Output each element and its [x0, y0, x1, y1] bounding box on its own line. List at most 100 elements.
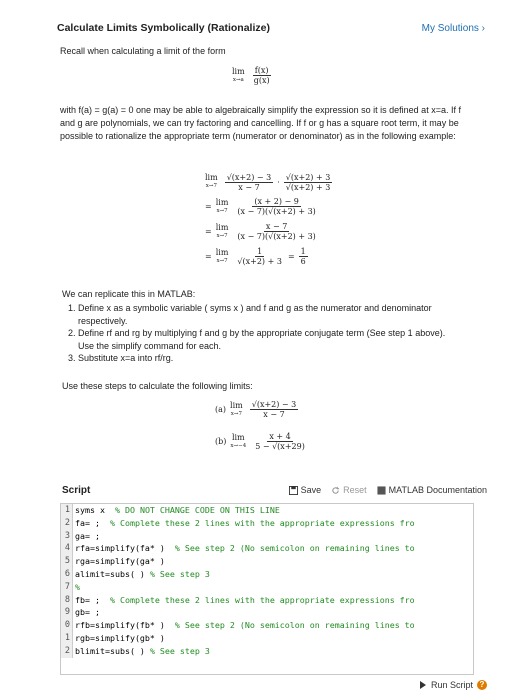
lim-sub: x→−4 [230, 442, 247, 449]
code-content: rgb=simplify(gb* ) [75, 632, 165, 643]
code-text: rfa=simplify(fa* ) % See step 2 (No semi… [73, 542, 415, 555]
code-line[interactable]: 4 rfa=simplify(fa* ) % See step 2 (No sem… [61, 542, 473, 556]
documentation-label: MATLAB Documentation [388, 485, 487, 495]
code-line[interactable]: 1 rgb=simplify(gb* ) [61, 631, 473, 645]
code-line[interactable]: 5 rga=simplify(ga* ) [61, 555, 473, 568]
lim-word: lim [215, 222, 229, 232]
lim-word: lim [231, 432, 245, 442]
frac-num: √(x+2) + 3 [283, 172, 333, 183]
documentation-icon [377, 485, 386, 495]
frac-den: 5 − √(x+29) [255, 442, 305, 451]
step-1: Define x as a symbolic variable ( syms x… [78, 302, 462, 327]
save-icon [288, 485, 298, 495]
frac-den: g(x) [253, 76, 270, 85]
code-comment: % [75, 581, 80, 592]
code-content: fa= ; [75, 517, 110, 528]
matlab-documentation-button[interactable]: MATLAB Documentation [377, 485, 487, 495]
lim-word: lim [232, 66, 245, 76]
code-comment: % Complete these 2 lines with the approp… [109, 594, 415, 605]
equals-sign: = [205, 252, 212, 261]
code-text: syms x % DO NOT CHANGE CODE ON THIS LINE [73, 504, 280, 517]
code-text: rfb=simplify(fb* ) % See step 2 (No semi… [73, 619, 415, 632]
code-text: ga= ; [73, 530, 100, 543]
limit-form: lim x→a f(x) g(x) [232, 66, 272, 85]
explanation-paragraph: with f(a) = g(a) = 0 one may be able to … [60, 105, 461, 141]
code-comment: % Complete these 2 lines with the approp… [109, 517, 415, 528]
page-title: Calculate Limits Symbolically (Rationali… [57, 22, 270, 34]
example-derivation: lim x→7 √(x+2) − 3x − 7 · √(x+2) + 3 √(x+2… [205, 170, 365, 269]
limit-b: (b) lim x→−4 x + 45 − √(x+29) [215, 432, 307, 451]
line-number: 7 [61, 580, 73, 594]
equals-sign: = [205, 227, 212, 236]
frac-num: f(x) [252, 66, 271, 76]
equals-sign: = [287, 252, 295, 261]
use-steps-text: Use these steps to calculate the followi… [62, 381, 253, 391]
reset-icon [332, 486, 340, 494]
run-script-button[interactable]: Run Script ? [419, 680, 487, 690]
lim-sub: x→a [232, 76, 244, 83]
example-row-1: lim x→7 √(x+2) − 3x − 7 · √(x+2) + 3 √(x+2… [205, 170, 365, 194]
code-content: blimit=subs( ) [75, 645, 150, 656]
code-line[interactable]: 8 fb= ; % Complete these 2 lines with the… [61, 593, 473, 607]
code-line[interactable]: 2 fa= ; % Complete these 2 lines with the… [61, 516, 473, 530]
help-icon[interactable]: ? [477, 680, 487, 690]
code-comment: % DO NOT CHANGE CODE ON THIS LINE [114, 505, 280, 515]
code-line[interactable]: 3 ga= ; [61, 529, 473, 543]
code-line[interactable]: 6 alimit=subs( ) % See step 3 [61, 567, 473, 581]
lim-sub: x→7 [216, 257, 228, 264]
intro-text: Recall when calculating a limit of the f… [60, 46, 226, 56]
play-icon [419, 681, 426, 689]
code-text: fa= ; % Complete these 2 lines with the … [73, 517, 415, 530]
lim-word: lim [205, 173, 218, 182]
frac-num: (x + 2) − 9 [252, 197, 301, 207]
step-3: Substitute x=a into rf/rg. [78, 352, 462, 365]
line-number: 1 [61, 631, 73, 645]
my-solutions-link[interactable]: My Solutions › [422, 23, 485, 34]
line-number: 8 [61, 593, 73, 607]
lim-word: lim [215, 247, 229, 257]
code-comment: % See step 2 (No semicolon on remaining … [174, 543, 415, 554]
frac-den: √(x+2) + 3 [237, 257, 282, 266]
code-text: blimit=subs( ) % See step 3 [73, 645, 210, 658]
example-row-2: = lim x→7 (x + 2) − 9 (x − 7)(√(x+2) + 3) [205, 194, 365, 219]
code-line[interactable]: 9 gb= ; [61, 606, 473, 620]
frac-num: 1 [255, 247, 265, 257]
example-row-3: = lim x→7 x − 7 (x − 7)(√(x+2) + 3) [205, 219, 365, 244]
frac-den: x − 7 [238, 182, 260, 192]
step-2: Define rf and rg by multiplying f and g … [78, 327, 462, 352]
code-comment: % See step 3 [149, 568, 210, 579]
reset-label: Reset [343, 485, 367, 495]
lim-sub: x→7 [205, 183, 217, 189]
code-line[interactable]: 0 rfb=simplify(fb* ) % See step 2 (No sem… [61, 619, 473, 632]
limit-label: (a) [215, 405, 227, 414]
frac-num: 1 [298, 247, 308, 257]
frac-den: 6 [300, 257, 306, 266]
script-toolbar: Save Reset MATLAB Documentation [288, 485, 487, 495]
code-text: % [73, 581, 80, 594]
reset-button[interactable]: Reset [331, 485, 367, 495]
replicate-intro: We can replicate this in MATLAB: [62, 289, 196, 299]
code-editor[interactable]: 1 syms x % DO NOT CHANGE CODE ON THIS LIN… [60, 503, 474, 675]
line-number: 9 [61, 606, 73, 620]
frac-den: x − 7 [263, 410, 285, 419]
frac-num: x + 4 [267, 432, 293, 442]
lim-word: lim [230, 400, 243, 410]
steps-list: Define x as a symbolic variable ( syms x… [62, 302, 462, 365]
code-content: rga=simplify(ga* ) [75, 556, 165, 567]
lim-word: lim [215, 197, 229, 207]
code-line[interactable]: 2 blimit=subs( ) % See step 3 [61, 644, 473, 658]
dot-operator: · [277, 177, 280, 187]
code-line[interactable]: 1 syms x % DO NOT CHANGE CODE ON THIS LIN… [61, 504, 473, 517]
equals-sign: = [205, 202, 212, 211]
lim-sub: x→7 [216, 232, 228, 239]
code-content: gb= ; [75, 607, 100, 618]
limit-a: (a) lim x→7 √(x+2) − 3x − 7 [215, 400, 299, 419]
frac-num: x − 7 [263, 222, 290, 232]
line-number: 6 [61, 567, 73, 581]
code-line[interactable]: 7% [61, 580, 473, 594]
line-number: 5 [61, 555, 73, 568]
code-comment: % See step 2 (No semicolon on remaining … [174, 620, 415, 631]
code-content: rfa=simplify(fa* ) [75, 543, 175, 554]
save-button[interactable]: Save [288, 485, 321, 495]
code-comment: % See step 3 [149, 645, 210, 656]
